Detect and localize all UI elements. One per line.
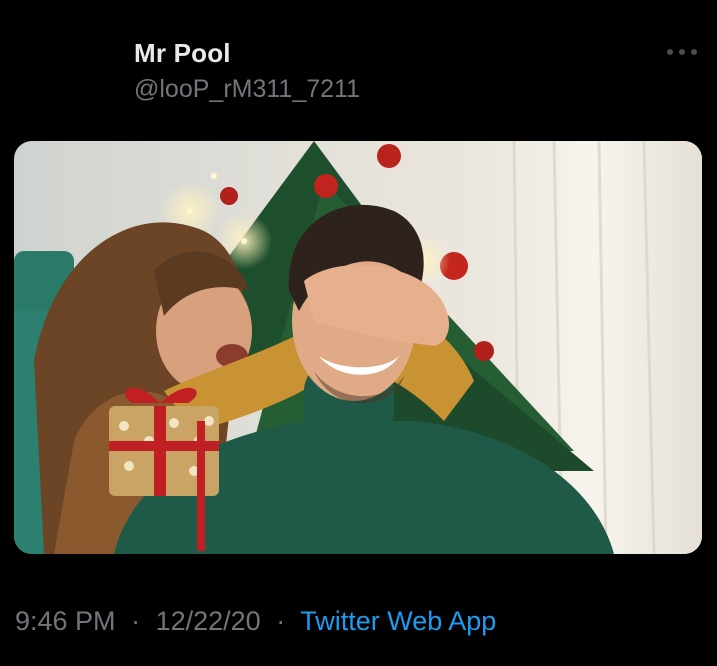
- tweet-time[interactable]: 9:46 PM: [15, 606, 116, 636]
- more-dot: [679, 49, 685, 55]
- author-handle[interactable]: @looP_rM311_7211: [134, 74, 360, 104]
- more-dot: [691, 49, 697, 55]
- tweet-source-link[interactable]: Twitter Web App: [300, 606, 496, 636]
- meta-separator: ·: [131, 606, 141, 636]
- tweet-date[interactable]: 12/22/20: [156, 606, 261, 636]
- more-options-icon[interactable]: [667, 42, 697, 62]
- meta-separator: ·: [276, 606, 286, 636]
- tweet-detail: Mr Pool @looP_rM311_7211 9:46 PM · 12/22…: [0, 0, 717, 666]
- author-display-name[interactable]: Mr Pool: [134, 38, 360, 68]
- tweet-photo[interactable]: [14, 141, 702, 554]
- tweet-meta: 9:46 PM · 12/22/20 · Twitter Web App: [15, 604, 496, 638]
- christmas-gift-photo: [14, 141, 702, 554]
- tweet-author: Mr Pool @looP_rM311_7211: [134, 38, 360, 104]
- more-dot: [667, 49, 673, 55]
